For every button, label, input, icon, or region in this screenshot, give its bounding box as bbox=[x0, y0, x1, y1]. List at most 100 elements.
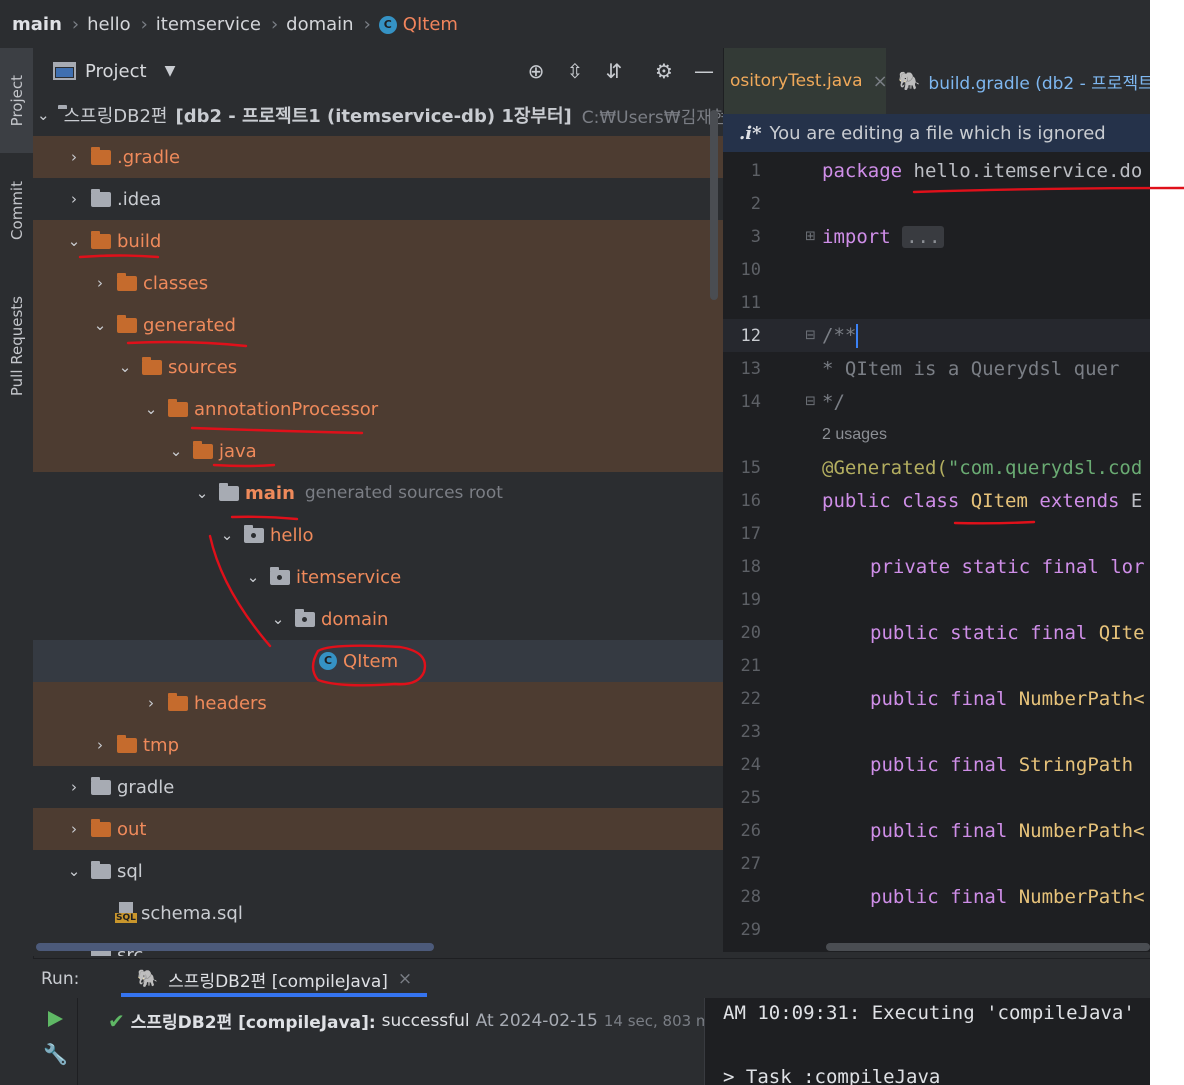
tree-item-idea[interactable]: › .idea bbox=[33, 178, 723, 220]
tree-label: QItem bbox=[343, 650, 399, 672]
chevron-down-icon[interactable]: ⌄ bbox=[37, 106, 50, 124]
tree-item-sources[interactable]: ⌄ sources bbox=[33, 346, 723, 388]
ide-window: main › hello › itemservice › domain › CQ… bbox=[0, 0, 1150, 1085]
editor-tab-repository-test[interactable]: ositoryTest.java × bbox=[724, 48, 888, 114]
tool-tab-commit[interactable]: Commit bbox=[0, 160, 33, 260]
run-console[interactable]: AM 10:09:31: Executing 'compileJava' > T… bbox=[704, 998, 1150, 1085]
close-icon[interactable]: × bbox=[873, 71, 888, 92]
run-icon[interactable] bbox=[46, 1010, 64, 1028]
tree-item-itemservice[interactable]: ⌄ itemservice bbox=[33, 556, 723, 598]
expand-all-icon[interactable]: ⇳ bbox=[562, 58, 588, 84]
tree-item-build[interactable]: ⌄ build bbox=[33, 220, 723, 262]
code-line: 16 public class QItem extends E bbox=[723, 484, 1150, 517]
locate-icon[interactable]: ⊕ bbox=[523, 58, 549, 84]
tree-horizontal-scrollbar[interactable] bbox=[36, 943, 434, 951]
line-number: 13 bbox=[740, 358, 761, 379]
tree-item-annotation-processor[interactable]: ⌄ annotationProcessor bbox=[33, 388, 723, 430]
tree-root[interactable]: ⌄ 스프링DB2편 [db2 - 프로젝트1 (itemservice-db) … bbox=[33, 94, 723, 136]
code-line: 26 public final NumberPath< bbox=[723, 814, 1150, 847]
chevron-right-icon[interactable]: › bbox=[63, 148, 85, 166]
chevron-right-icon[interactable]: › bbox=[89, 274, 111, 292]
tree-item-java[interactable]: ⌄ java bbox=[33, 430, 723, 472]
tree-item-classes[interactable]: › classes bbox=[33, 262, 723, 304]
chevron-right-icon[interactable]: › bbox=[63, 190, 85, 208]
tool-tab-project[interactable]: Project bbox=[0, 48, 33, 153]
folder-icon bbox=[142, 356, 162, 375]
chevron-right-icon[interactable]: › bbox=[63, 820, 85, 838]
chevron-down-icon[interactable]: ⌄ bbox=[242, 568, 264, 586]
folded-imports[interactable]: ... bbox=[902, 225, 945, 248]
editor-tab-build-gradle[interactable]: 🐘 build.gradle (db2 - 프로젝트 bbox=[892, 48, 1150, 114]
chevron-down-icon[interactable]: ⌄ bbox=[267, 610, 289, 628]
sql-file-icon: SQL bbox=[115, 902, 137, 924]
tree-item-schema-sql[interactable]: SQL schema.sql bbox=[33, 892, 723, 934]
tree-item-sql[interactable]: ⌄ sql bbox=[33, 850, 723, 892]
usages-hint[interactable]: 2 usages bbox=[822, 426, 887, 444]
gear-icon[interactable]: ⚙ bbox=[651, 58, 677, 84]
tree-item-hello[interactable]: ⌄ hello bbox=[33, 514, 723, 556]
root-path: C:₩Users₩김재현₩ bbox=[581, 107, 723, 128]
tree-label: hello bbox=[270, 524, 314, 546]
chevron-right-icon[interactable]: › bbox=[89, 736, 111, 754]
chevron-down-icon[interactable]: ⌄ bbox=[191, 484, 213, 502]
breadcrumb-main[interactable]: main bbox=[12, 14, 62, 35]
active-tab-underline bbox=[121, 993, 427, 997]
line-number: 27 bbox=[740, 853, 761, 874]
line-number: 1 bbox=[750, 160, 761, 181]
breadcrumb-domain[interactable]: domain bbox=[286, 14, 353, 35]
chevron-down-icon[interactable]: ⌄ bbox=[114, 358, 136, 376]
line-number: 23 bbox=[740, 721, 761, 742]
tree-label: annotationProcessor bbox=[194, 398, 379, 420]
tree-label: schema.sql bbox=[141, 902, 243, 924]
fold-expand-icon[interactable]: ⊞ bbox=[805, 229, 816, 244]
code-line: 23 bbox=[723, 715, 1150, 748]
project-panel-title[interactable]: Project bbox=[85, 61, 147, 82]
line-number: 21 bbox=[740, 655, 761, 676]
breadcrumb-hello[interactable]: hello bbox=[87, 14, 131, 35]
tree-item-headers[interactable]: › headers bbox=[33, 682, 723, 724]
minimize-icon[interactable]: — bbox=[691, 58, 717, 84]
tree-label: itemservice bbox=[296, 566, 402, 588]
wrench-icon[interactable]: 🔧 bbox=[43, 1042, 68, 1066]
tree-item-qitem[interactable]: C QItem bbox=[33, 640, 723, 682]
chevron-down-icon[interactable]: ⌄ bbox=[216, 526, 238, 544]
collapse-all-icon[interactable]: ⇵ bbox=[601, 58, 627, 84]
code-line: 22 public final NumberPath< bbox=[723, 682, 1150, 715]
close-icon[interactable]: × bbox=[398, 969, 412, 989]
fold-collapse-icon[interactable]: ⊟ bbox=[805, 328, 816, 343]
code-line: 2 bbox=[723, 187, 1150, 220]
tree-item-out[interactable]: › out bbox=[33, 808, 723, 850]
tree-label: domain bbox=[321, 608, 389, 630]
code-line: 29 bbox=[723, 913, 1150, 946]
tree-label: generated bbox=[143, 314, 236, 336]
tree-item-gradle-dir[interactable]: › .gradle bbox=[33, 136, 723, 178]
tool-tab-pull-requests[interactable]: Pull Requests bbox=[0, 276, 33, 416]
code-line: 1 package hello.itemservice.do bbox=[723, 154, 1150, 187]
chevron-down-icon[interactable]: ⌄ bbox=[63, 232, 85, 250]
editor-tab-label: ositoryTest.java bbox=[730, 71, 863, 91]
editor-horizontal-scrollbar[interactable] bbox=[826, 943, 1150, 951]
chevron-right-icon[interactable]: › bbox=[140, 694, 162, 712]
fold-end-icon[interactable]: ⊟ bbox=[805, 394, 816, 409]
code-line-current: 12 ⊟ /** bbox=[723, 319, 1150, 352]
tree-item-domain[interactable]: ⌄ domain bbox=[33, 598, 723, 640]
line-number: 18 bbox=[740, 556, 761, 577]
tree-vertical-scrollbar[interactable] bbox=[710, 110, 718, 300]
run-result-date: At 2024-02-15 bbox=[475, 1010, 598, 1031]
dropdown-icon[interactable]: ▼ bbox=[165, 63, 176, 79]
chevron-down-icon[interactable]: ⌄ bbox=[140, 400, 162, 418]
chevron-right-icon[interactable]: › bbox=[63, 778, 85, 796]
code-editor[interactable]: 1 package hello.itemservice.do 2 3 ⊞ imp… bbox=[723, 152, 1150, 952]
breadcrumb-itemservice[interactable]: itemservice bbox=[156, 14, 261, 35]
tree-item-main[interactable]: ⌄ main generated sources root bbox=[33, 472, 723, 514]
run-result-row[interactable]: ✔ 스프링DB2편 [compileJava]: successful At 2… bbox=[108, 1008, 718, 1034]
chevron-down-icon[interactable]: ⌄ bbox=[89, 316, 111, 334]
chevron-down-icon[interactable]: ⌄ bbox=[165, 442, 187, 460]
tree-item-gradle[interactable]: › gradle bbox=[33, 766, 723, 808]
tree-item-generated[interactable]: ⌄ generated bbox=[33, 304, 723, 346]
chevron-down-icon[interactable]: ⌄ bbox=[63, 862, 85, 880]
run-tab-compile-java[interactable]: 🐘 스프링DB2편 [compileJava] × bbox=[121, 959, 427, 999]
tree-item-tmp[interactable]: › tmp bbox=[33, 724, 723, 766]
code-line: 13 * QItem is a Querydsl quer bbox=[723, 352, 1150, 385]
breadcrumb-qitem[interactable]: C QItem bbox=[378, 14, 458, 35]
